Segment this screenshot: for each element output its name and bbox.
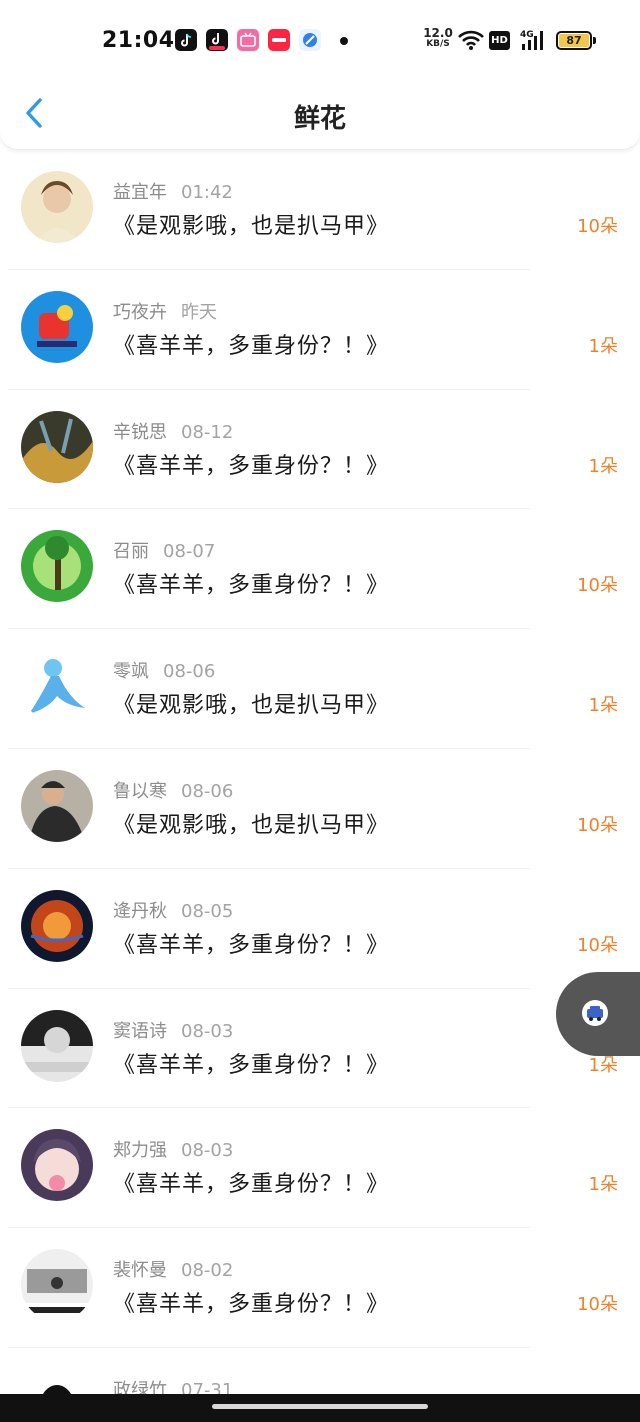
item-message: 《是观影哦，也是扒马甲》 xyxy=(113,214,390,239)
item-date: 08-06 xyxy=(163,661,216,683)
list-item[interactable]: 辛锐思 08-12 《喜羊羊，多重身份？！》 1朵 xyxy=(0,390,640,510)
item-message: 《是观影哦，也是扒马甲》 xyxy=(113,693,390,719)
battery-indicator: 87 xyxy=(556,31,592,50)
item-meta: 益宜年 01:42 xyxy=(113,178,233,204)
user-name: 裴怀曼 xyxy=(113,1260,167,1282)
user-name: 辛锐思 xyxy=(113,421,167,443)
list-item[interactable]: 巧夜卉 昨天 《喜羊羊，多重身份？！》 1朵 xyxy=(0,270,640,390)
item-meta: 辛锐思 08-12 xyxy=(113,418,233,444)
item-message: 《喜羊羊，多重身份？！》 xyxy=(113,453,390,479)
item-date: 08-02 xyxy=(181,1260,234,1282)
item-message: 《喜羊羊，多重身份？！》 xyxy=(113,1172,390,1198)
item-date: 08-12 xyxy=(181,421,234,443)
flower-count: 1朵 xyxy=(588,455,618,477)
battery-tip xyxy=(593,37,596,44)
item-meta: 零飒 08-06 xyxy=(113,657,215,683)
item-date: 08-05 xyxy=(181,900,234,922)
network-speed: 12.0 KB/S xyxy=(422,26,454,50)
list-item[interactable]: 逄丹秋 08-05 《喜羊羊，多重身份？！》 10朵 xyxy=(0,869,640,989)
list-item[interactable]: 益宜年 01:42 《是观影哦，也是扒马甲》 10朵 xyxy=(0,150,640,270)
avatar[interactable] xyxy=(21,171,93,243)
tiktok-live-icon xyxy=(206,29,228,51)
item-date: 08-07 xyxy=(163,541,216,563)
item-meta: 窦语诗 08-03 xyxy=(113,1017,233,1043)
avatar[interactable] xyxy=(21,889,93,962)
flower-count: 1朵 xyxy=(588,335,618,357)
item-meta: 巧夜卉 昨天 xyxy=(113,298,217,324)
xiaohongshu-icon xyxy=(268,29,290,51)
avatar[interactable] xyxy=(21,410,93,483)
flower-count: 1朵 xyxy=(588,695,618,717)
list-item[interactable]: 零飒 08-06 《是观影哦，也是扒马甲》 1朵 xyxy=(0,629,640,749)
car-icon xyxy=(582,1000,608,1026)
user-name: 零飒 xyxy=(113,661,149,683)
flower-list: 益宜年 01:42 《是观影哦，也是扒马甲》 10朵 巧夜卉 昨天 《喜羊羊，多重身… xyxy=(0,150,640,1422)
page-title: 鲜花 xyxy=(293,104,346,134)
avatar[interactable] xyxy=(21,769,93,842)
user-name: 召丽 xyxy=(113,541,149,563)
flower-count: 10朵 xyxy=(577,216,618,237)
item-date: 08-06 xyxy=(181,780,234,802)
item-meta: 鲁以寒 08-06 xyxy=(113,777,233,803)
item-meta: 逄丹秋 08-05 xyxy=(113,897,233,923)
user-name: 益宜年 xyxy=(113,182,167,203)
list-item[interactable]: 郏力强 08-03 《喜羊羊，多重身份？！》 1朵 xyxy=(0,1108,640,1228)
avatar[interactable] xyxy=(21,1009,93,1082)
avatar[interactable] xyxy=(21,1249,93,1322)
status-bar: 21:04 12.0 KB/S HD 4G 87 xyxy=(0,0,640,82)
item-message: 《喜羊羊，多重身份？！》 xyxy=(113,932,390,958)
net-speed-unit: KB/S xyxy=(426,39,450,49)
item-message: 《喜羊羊，多重身份？！》 xyxy=(113,1292,390,1318)
bilibili-icon xyxy=(237,29,259,51)
signal-icon: 4G xyxy=(520,30,543,50)
list-item[interactable]: 裴怀曼 08-02 《喜羊羊，多重身份？！》 10朵 xyxy=(0,1228,640,1348)
flower-count: 10朵 xyxy=(577,1294,618,1316)
flower-count: 1朵 xyxy=(588,1174,618,1196)
user-name: 巧夜卉 xyxy=(113,301,167,323)
item-meta: 裴怀曼 08-02 xyxy=(113,1256,233,1282)
avatar[interactable] xyxy=(21,290,93,363)
net-speed-value: 12.0 xyxy=(423,26,453,40)
user-name: 窦语诗 xyxy=(113,1020,167,1042)
item-date: 08-03 xyxy=(181,1020,234,1042)
notification-dot xyxy=(340,37,348,45)
user-name: 逄丹秋 xyxy=(113,900,167,922)
browser-icon xyxy=(299,29,321,51)
item-date: 01:42 xyxy=(181,182,233,203)
item-message: 《喜羊羊，多重身份？！》 xyxy=(113,573,390,599)
avatar[interactable] xyxy=(21,650,93,723)
item-message: 《是观影哦，也是扒马甲》 xyxy=(113,812,390,838)
system-nav-bar xyxy=(0,1394,640,1422)
item-date: 08-03 xyxy=(181,1140,234,1162)
list-item[interactable]: 召丽 08-07 《喜羊羊，多重身份？！》 10朵 xyxy=(0,509,640,629)
item-message: 《喜羊羊，多重身份？！》 xyxy=(113,1052,390,1078)
item-date: 昨天 xyxy=(181,301,217,323)
flower-count: 10朵 xyxy=(577,934,618,956)
floating-car-button[interactable] xyxy=(556,972,640,1056)
flower-count: 10朵 xyxy=(577,575,618,597)
item-message: 《喜羊羊，多重身份？！》 xyxy=(113,333,390,359)
user-name: 郏力强 xyxy=(113,1140,167,1162)
item-meta: 郏力强 08-03 xyxy=(113,1136,233,1162)
flower-count: 10朵 xyxy=(577,814,618,836)
wifi-icon xyxy=(458,30,484,50)
battery-level: 87 xyxy=(559,34,589,47)
header-bar: 鲜花 xyxy=(0,80,640,150)
item-meta: 召丽 08-07 xyxy=(113,537,215,563)
list-item[interactable]: 窦语诗 08-03 《喜羊羊，多重身份？！》 1朵 xyxy=(0,989,640,1109)
list-item[interactable]: 鲁以寒 08-06 《是观影哦，也是扒马甲》 10朵 xyxy=(0,749,640,869)
avatar[interactable] xyxy=(21,1129,93,1202)
status-time: 21:04 xyxy=(102,28,175,53)
network-type-label: 4G xyxy=(520,30,534,40)
home-gesture-handle[interactable] xyxy=(212,1404,428,1409)
user-name: 鲁以寒 xyxy=(113,780,167,802)
avatar[interactable] xyxy=(21,530,93,603)
tiktok-icon xyxy=(175,29,197,51)
hd-badge: HD xyxy=(489,31,510,50)
